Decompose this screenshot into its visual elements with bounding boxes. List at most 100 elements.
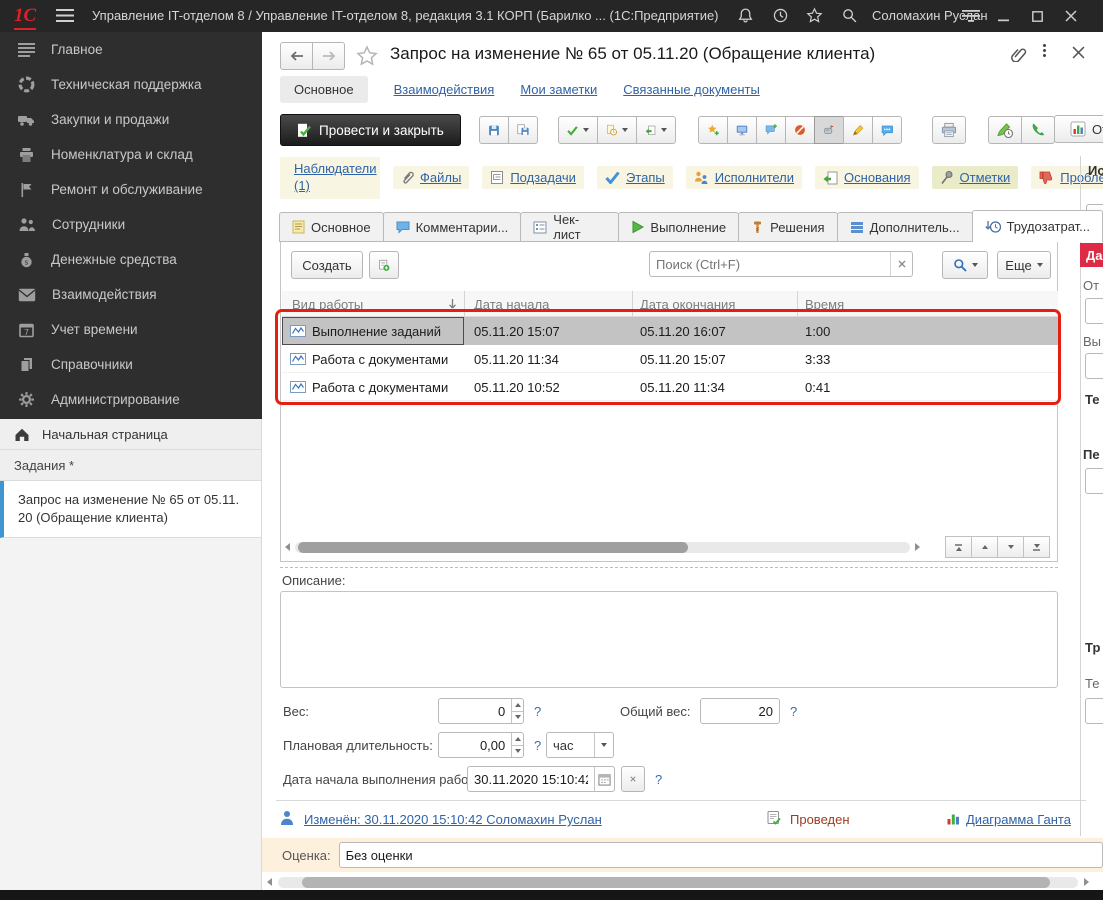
search-icon[interactable] — [841, 7, 858, 24]
tab-additional[interactable]: Дополнитель... — [837, 212, 973, 242]
print-button[interactable] — [932, 116, 966, 144]
search-options-button[interactable] — [942, 251, 988, 279]
move-top-button[interactable] — [945, 536, 972, 558]
weight-stepper[interactable] — [511, 699, 523, 723]
approve-button[interactable] — [558, 116, 598, 144]
worklog-row[interactable]: Работа с документами 05.11.20 11:34 05.1… — [282, 345, 1058, 373]
hscroll-track[interactable] — [295, 542, 910, 553]
start-date-input[interactable] — [468, 767, 594, 791]
planned-duration-help[interactable]: ? — [534, 738, 541, 753]
column-time[interactable]: Время — [805, 291, 844, 317]
tab-decisions[interactable]: Решения — [738, 212, 837, 242]
favorites-star-icon[interactable] — [806, 7, 823, 24]
sidebar-item-money[interactable]: s Денежные средства — [0, 242, 262, 277]
scroll-left-arrow[interactable] — [267, 878, 272, 886]
more-button[interactable]: Еще — [997, 251, 1051, 279]
weight-input[interactable] — [439, 699, 511, 723]
planned-duration-input[interactable] — [439, 733, 511, 757]
nav-tab-main[interactable]: Основное — [280, 76, 368, 103]
sidebar-tab-tasks[interactable]: Задания * — [0, 450, 261, 481]
marks-link[interactable]: Отметки — [932, 166, 1019, 189]
save-copy-button[interactable] — [508, 116, 538, 144]
column-work-type[interactable]: Вид работы — [292, 291, 363, 317]
history-icon[interactable] — [772, 7, 789, 24]
nav-tab-linked-documents[interactable]: Связанные документы — [623, 82, 760, 97]
sidebar-home-page[interactable]: Начальная страница — [0, 419, 261, 450]
block-button[interactable] — [785, 116, 815, 144]
time-entry-button[interactable] — [988, 116, 1022, 144]
tab-checklist[interactable]: Чек-лист — [520, 212, 619, 242]
maximize-button[interactable] — [1024, 3, 1050, 29]
minimize-button[interactable] — [990, 3, 1016, 29]
modified-link[interactable]: Изменён: 30.11.2020 15:10:42 Соломахин Р… — [304, 812, 602, 827]
create-copy-button[interactable] — [369, 251, 399, 279]
form-close-button[interactable] — [1072, 46, 1085, 59]
gantt-link[interactable]: Диаграмма Ганта — [966, 812, 1071, 827]
add-favorite-button[interactable] — [698, 116, 728, 144]
hscroll-thumb[interactable] — [298, 542, 688, 553]
highlight-button[interactable] — [843, 116, 873, 144]
basis-link[interactable]: Основания — [815, 166, 919, 189]
search-clear-icon[interactable] — [890, 252, 912, 276]
executors-link[interactable]: Исполнители — [686, 166, 802, 189]
window-close-button[interactable] — [1058, 3, 1084, 29]
notifications-bell-icon[interactable] — [737, 7, 754, 24]
report-button[interactable]: От — [1054, 115, 1103, 143]
bottom-scroll-thumb[interactable] — [302, 877, 1050, 888]
date-picker-icon[interactable] — [594, 767, 614, 791]
sidebar-item-inventory[interactable]: Номенклатура и склад — [0, 137, 262, 172]
planned-duration-stepper[interactable] — [511, 733, 523, 757]
start-date-help[interactable]: ? — [655, 772, 662, 787]
tab-execution[interactable]: Выполнение — [618, 212, 739, 242]
discussion-button[interactable] — [872, 116, 902, 144]
unit-combo[interactable]: час — [546, 732, 614, 758]
defer-button[interactable] — [597, 116, 637, 144]
bottom-scroll-track[interactable] — [278, 877, 1078, 888]
mail-button[interactable] — [814, 116, 844, 144]
subtasks-link[interactable]: Подзадачи — [482, 166, 584, 189]
copy-link-icon[interactable] — [1007, 46, 1027, 62]
weight-help[interactable]: ? — [534, 704, 541, 719]
right-panel-input-1[interactable] — [1085, 298, 1103, 324]
sidebar-item-purchases[interactable]: Закупки и продажи — [0, 102, 262, 137]
nav-tab-interactions[interactable]: Взаимодействия — [394, 82, 495, 97]
tab-labor-costs[interactable]: Трудозатрат... — [972, 210, 1103, 242]
add-comment-button[interactable] — [756, 116, 786, 144]
description-textarea[interactable] — [280, 591, 1058, 688]
save-button[interactable] — [479, 116, 509, 144]
right-panel-input-4[interactable] — [1085, 698, 1103, 724]
right-panel-input-3[interactable] — [1085, 468, 1103, 494]
clear-date-button[interactable] — [621, 766, 645, 792]
move-up-button[interactable] — [971, 536, 998, 558]
back-button[interactable] — [280, 42, 313, 70]
move-down-button[interactable] — [997, 536, 1024, 558]
scroll-left-arrow[interactable] — [285, 543, 290, 551]
unit-dropdown-icon[interactable] — [594, 733, 613, 757]
observers-link[interactable]: Наблюдатели (1) — [280, 157, 380, 199]
call-button[interactable] — [1021, 116, 1055, 144]
tab-main[interactable]: Основное — [279, 212, 384, 242]
column-end-date[interactable]: Дата окончания — [640, 291, 735, 317]
worklog-row-selected[interactable]: Выполнение заданий 05.11.20 15:07 05.11.… — [282, 317, 1058, 345]
splitter[interactable] — [280, 567, 1058, 568]
total-weight-help[interactable]: ? — [790, 704, 797, 719]
sidebar-item-main[interactable]: Главное — [0, 32, 262, 67]
sidebar-item-administration[interactable]: Администрирование — [0, 382, 262, 417]
worklog-row[interactable]: Работа с документами 05.11.20 10:52 05.1… — [282, 373, 1058, 401]
sidebar-item-interactions[interactable]: Взаимодействия — [0, 277, 262, 312]
forward-doc-button[interactable] — [636, 116, 676, 144]
sidebar-item-catalogs[interactable]: Справочники — [0, 347, 262, 382]
sidebar-item-time-tracking[interactable]: 7 Учет времени — [0, 312, 262, 347]
service-menu-icon[interactable] — [962, 8, 980, 23]
more-menu-icon[interactable] — [1043, 44, 1046, 57]
total-weight-input[interactable] — [701, 699, 779, 723]
nav-tab-my-notes[interactable]: Мои заметки — [520, 82, 597, 97]
post-and-close-button[interactable]: Провести и закрыть — [280, 114, 461, 146]
remote-desktop-button[interactable] — [727, 116, 757, 144]
column-start-date[interactable]: Дата начала — [474, 291, 549, 317]
sidebar-item-maintenance[interactable]: Ремонт и обслуживание — [0, 172, 262, 207]
scroll-right-arrow[interactable] — [1084, 878, 1089, 886]
sidebar-open-document[interactable]: Запрос на изменение № 65 от 05.11. 20 (О… — [0, 481, 261, 538]
rating-input[interactable] — [340, 843, 1102, 867]
search-input[interactable] — [650, 252, 890, 276]
